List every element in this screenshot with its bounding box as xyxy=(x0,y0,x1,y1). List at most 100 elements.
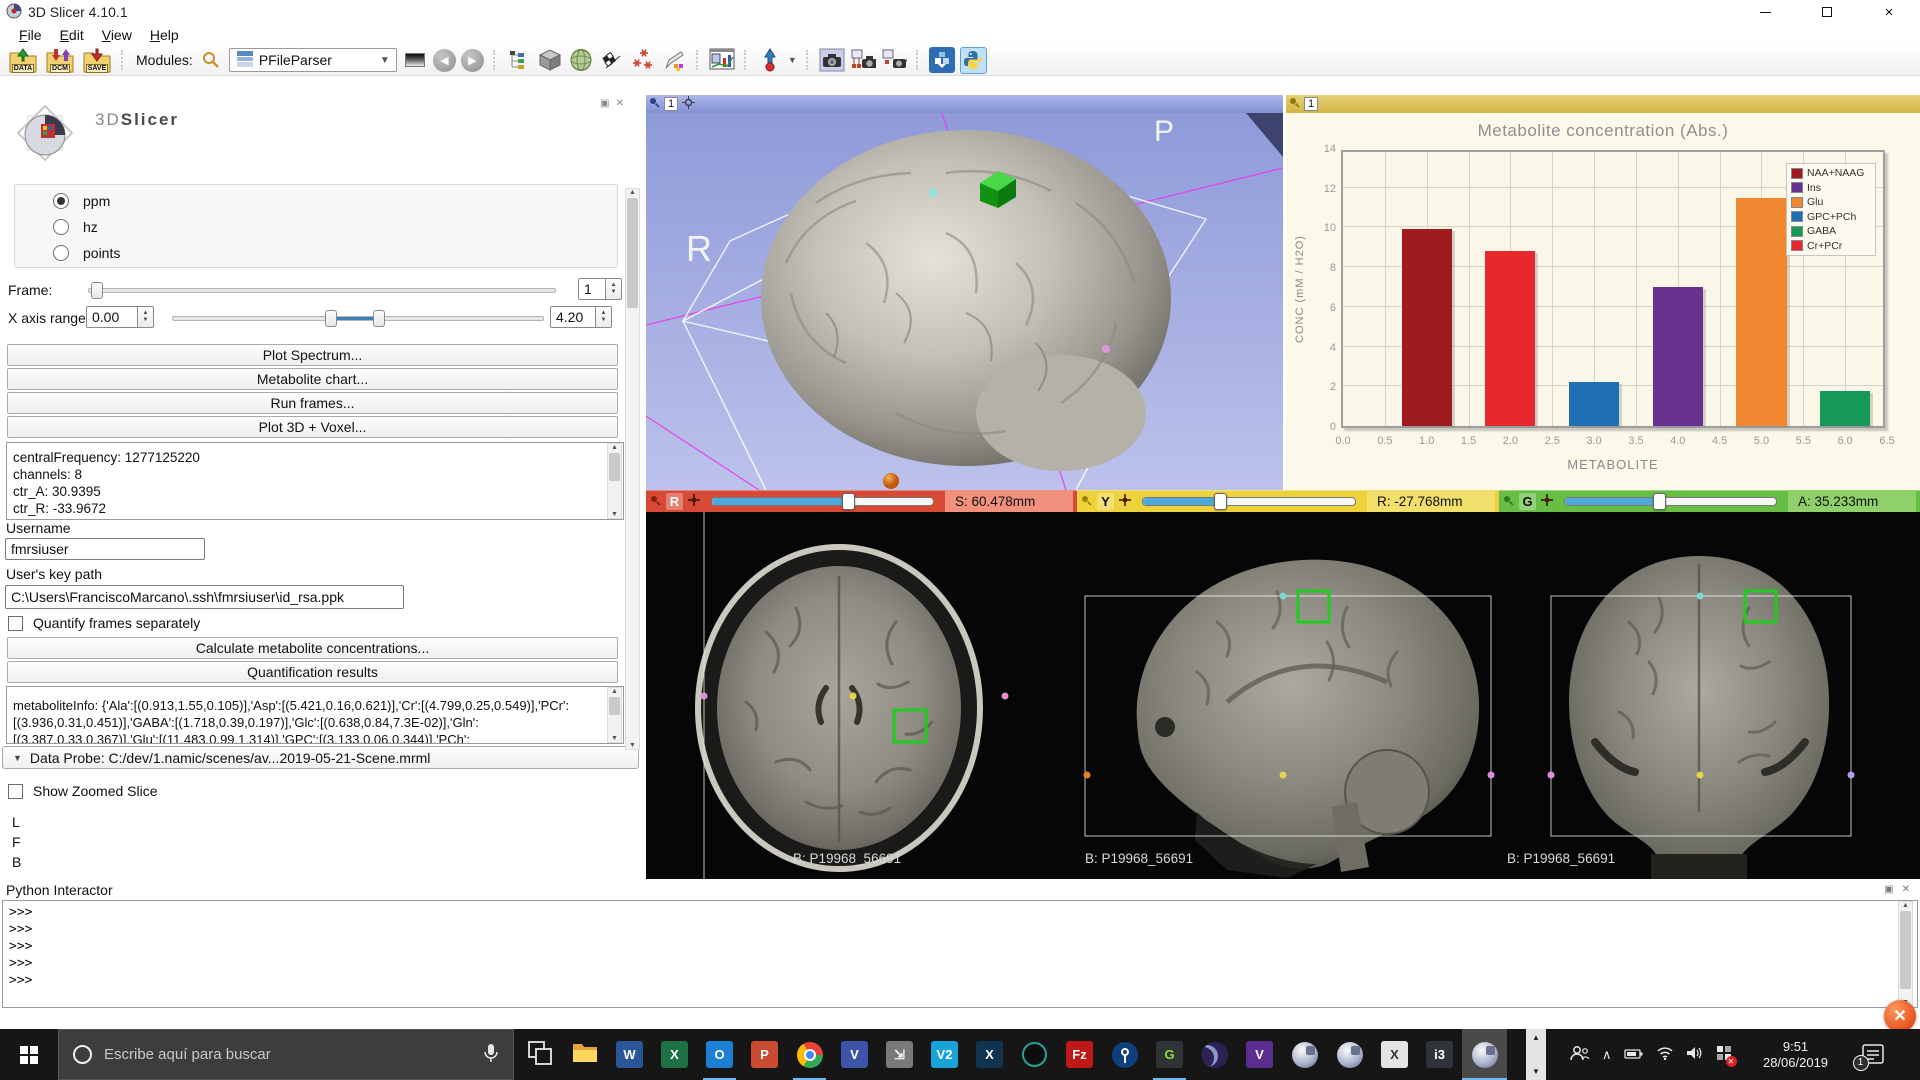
frame-spin-arrows[interactable]: ▲▼ xyxy=(606,278,622,300)
taskbar-password-safe[interactable] xyxy=(1102,1029,1147,1080)
fiducial-dot-yellow[interactable] xyxy=(1697,772,1704,779)
scroll-down-icon[interactable]: ▼ xyxy=(1532,1067,1540,1076)
scroll-up-icon[interactable]: ▲ xyxy=(629,189,636,196)
x-range-handle-max[interactable] xyxy=(373,310,385,327)
quantification-results-button[interactable]: Quantification results xyxy=(7,661,618,683)
x-range-slider[interactable] xyxy=(172,316,544,321)
people-icon[interactable] xyxy=(1570,1044,1590,1065)
info-box-scrollbar[interactable]: ▲▼ xyxy=(607,443,622,519)
taskbar-word[interactable]: W xyxy=(607,1029,652,1080)
modules-list-icon[interactable] xyxy=(506,47,532,73)
threed-viewport[interactable]: R P xyxy=(646,113,1283,490)
chart-layout-icon[interactable] xyxy=(709,47,735,73)
slice-crosshair-icon[interactable] xyxy=(1541,493,1553,509)
module-history-forward-icon[interactable]: ▶ xyxy=(461,49,484,72)
panel-scrollbar[interactable]: ▲▼ xyxy=(625,188,640,750)
slice-offset-slider[interactable] xyxy=(1564,497,1777,506)
metabolite-box-scrollbar[interactable]: ▲▼ xyxy=(607,687,622,743)
fiducial-dot-pink[interactable] xyxy=(1102,345,1110,353)
taskbar-sdr-app[interactable] xyxy=(1012,1029,1057,1080)
crosshair-dropdown-arrow[interactable]: ▼ xyxy=(788,55,797,65)
menu-file[interactable]: File xyxy=(10,27,51,43)
data-cube-icon[interactable] xyxy=(537,47,563,73)
key-path-field[interactable]: C:\Users\FranciscoMarcano\.ssh\fmrsiuser… xyxy=(5,585,404,609)
scroll-down-icon[interactable]: ▼ xyxy=(611,735,618,742)
scroll-down-icon[interactable]: ▼ xyxy=(629,742,636,749)
frame-value[interactable]: 1 xyxy=(578,278,606,300)
start-button[interactable] xyxy=(0,1029,58,1080)
frame-slider-handle[interactable] xyxy=(91,282,103,299)
axial-viewport[interactable]: B: P19968_56691 xyxy=(646,512,1077,879)
taskbar-file-explorer[interactable] xyxy=(562,1029,607,1080)
taskbar-slicer-instance[interactable] xyxy=(1327,1029,1372,1080)
taskbar-i3-app[interactable]: i3 xyxy=(1417,1029,1462,1080)
extensions-icon[interactable] xyxy=(929,47,955,73)
view-pin-icon[interactable] xyxy=(1289,97,1300,111)
acquisition-info-box[interactable]: centralFrequency: 1277125220channels: 8c… xyxy=(6,442,624,520)
battery-icon[interactable] xyxy=(1624,1047,1644,1063)
data-probe-collapsible[interactable]: ▼ Data Probe: C:/dev/1.namic/scenes/av..… xyxy=(2,746,639,769)
save-button[interactable]: SAVE xyxy=(82,47,112,74)
plot-3d-voxel-button[interactable]: Plot 3D + Voxel... xyxy=(7,416,618,438)
taskbar-visio[interactable]: V xyxy=(832,1029,877,1080)
taskbar-slicer-instance[interactable] xyxy=(1282,1029,1327,1080)
volume-rendering-sphere-icon[interactable] xyxy=(568,47,594,73)
minimize-button[interactable] xyxy=(1742,0,1788,24)
unit-option-ppm[interactable]: ppm xyxy=(15,188,617,214)
calculate-concentrations-button[interactable]: Calculate metabolite concentrations... xyxy=(7,637,618,659)
crosshair-navigation-icon[interactable] xyxy=(757,47,783,73)
python-console-scrollbar[interactable]: ▲▼ xyxy=(1898,901,1913,1007)
taskbar-filezilla[interactable]: Fz xyxy=(1057,1029,1102,1080)
menu-help[interactable]: Help xyxy=(141,27,188,43)
unit-option-hz[interactable]: hz xyxy=(15,214,617,240)
x-max-spin-arrows[interactable]: ▲▼ xyxy=(596,306,612,328)
x-min-spinbox[interactable]: 0.00 ▲▼ xyxy=(86,306,154,328)
wifi-icon[interactable] xyxy=(1656,1046,1674,1063)
quantify-frames-checkbox[interactable] xyxy=(8,616,23,631)
load-dicom-button[interactable]: DCM xyxy=(45,47,75,74)
fiducial-dot-pink[interactable] xyxy=(701,693,708,700)
sync-error-icon[interactable]: ✕ xyxy=(1716,1045,1732,1064)
sagittal-viewport[interactable]: B: P19968_56691 xyxy=(1077,512,1499,879)
module-history-back-icon[interactable]: ◀ xyxy=(433,49,456,72)
axial-slice-bar[interactable]: RS: 60.478mm xyxy=(646,490,1077,512)
fiducial-sphere-orange[interactable] xyxy=(883,473,899,489)
transforms-icon[interactable] xyxy=(599,47,625,73)
module-selector[interactable]: PFileParser ▼ xyxy=(229,48,397,72)
x-min-value[interactable]: 0.00 xyxy=(86,306,138,328)
slice-pin-icon[interactable] xyxy=(1081,493,1092,509)
layout-selector-icon[interactable] xyxy=(402,47,428,73)
taskbar-chrome[interactable] xyxy=(787,1029,832,1080)
taskbar-x-server[interactable]: X xyxy=(1372,1029,1417,1080)
radio-ppm[interactable] xyxy=(53,193,69,209)
run-frames-button[interactable]: Run frames... xyxy=(7,392,618,414)
scroll-thumb[interactable] xyxy=(1900,911,1911,989)
panel-undock-icon[interactable]: ▣ xyxy=(600,98,609,109)
chart-view-tab[interactable]: 1 xyxy=(1304,97,1318,111)
x-range-handle-min[interactable] xyxy=(325,310,337,327)
taskbar-eclipse[interactable] xyxy=(1192,1029,1237,1080)
coronal-viewport[interactable]: B: P19968_56691 xyxy=(1499,512,1920,879)
taskbar-visual-studio[interactable]: V xyxy=(1237,1029,1282,1080)
panel-close-icon[interactable]: ✕ xyxy=(615,98,623,109)
python-console[interactable]: >>>>>>>>>>>>>>> xyxy=(2,900,1918,1008)
chart-viewport[interactable]: Metabolite concentration (Abs.) CONC (mM… xyxy=(1286,113,1920,490)
frame-slider[interactable] xyxy=(88,288,556,293)
python-undock-icon[interactable]: ▣ xyxy=(1884,884,1893,895)
x-max-value[interactable]: 4.20 xyxy=(550,306,596,328)
scroll-down-icon[interactable]: ▼ xyxy=(611,511,618,518)
scene-capture-icon[interactable] xyxy=(881,47,907,73)
x-max-spinbox[interactable]: 4.20 ▲▼ xyxy=(550,306,612,328)
taskbar-powerpoint[interactable]: P xyxy=(742,1029,787,1080)
tray-expand-chevron[interactable]: ∧ xyxy=(1602,1047,1612,1063)
metabolite-chart-button[interactable]: Metabolite chart... xyxy=(7,368,618,390)
taskbar-search[interactable]: Escribe aquí para buscar xyxy=(58,1029,514,1080)
fiducial-dot-cyan[interactable] xyxy=(929,189,937,197)
fiducial-dot-orange[interactable] xyxy=(1084,772,1091,779)
maximize-button[interactable] xyxy=(1804,0,1850,24)
plot-spectrum-button[interactable]: Plot Spectrum... xyxy=(7,344,618,366)
slice-letter-R[interactable]: R xyxy=(666,493,683,510)
taskbar-greenshot[interactable]: G xyxy=(1147,1029,1192,1080)
taskbar-slicer-active[interactable] xyxy=(1462,1029,1507,1080)
scroll-up-icon[interactable]: ▲ xyxy=(1532,1033,1540,1042)
